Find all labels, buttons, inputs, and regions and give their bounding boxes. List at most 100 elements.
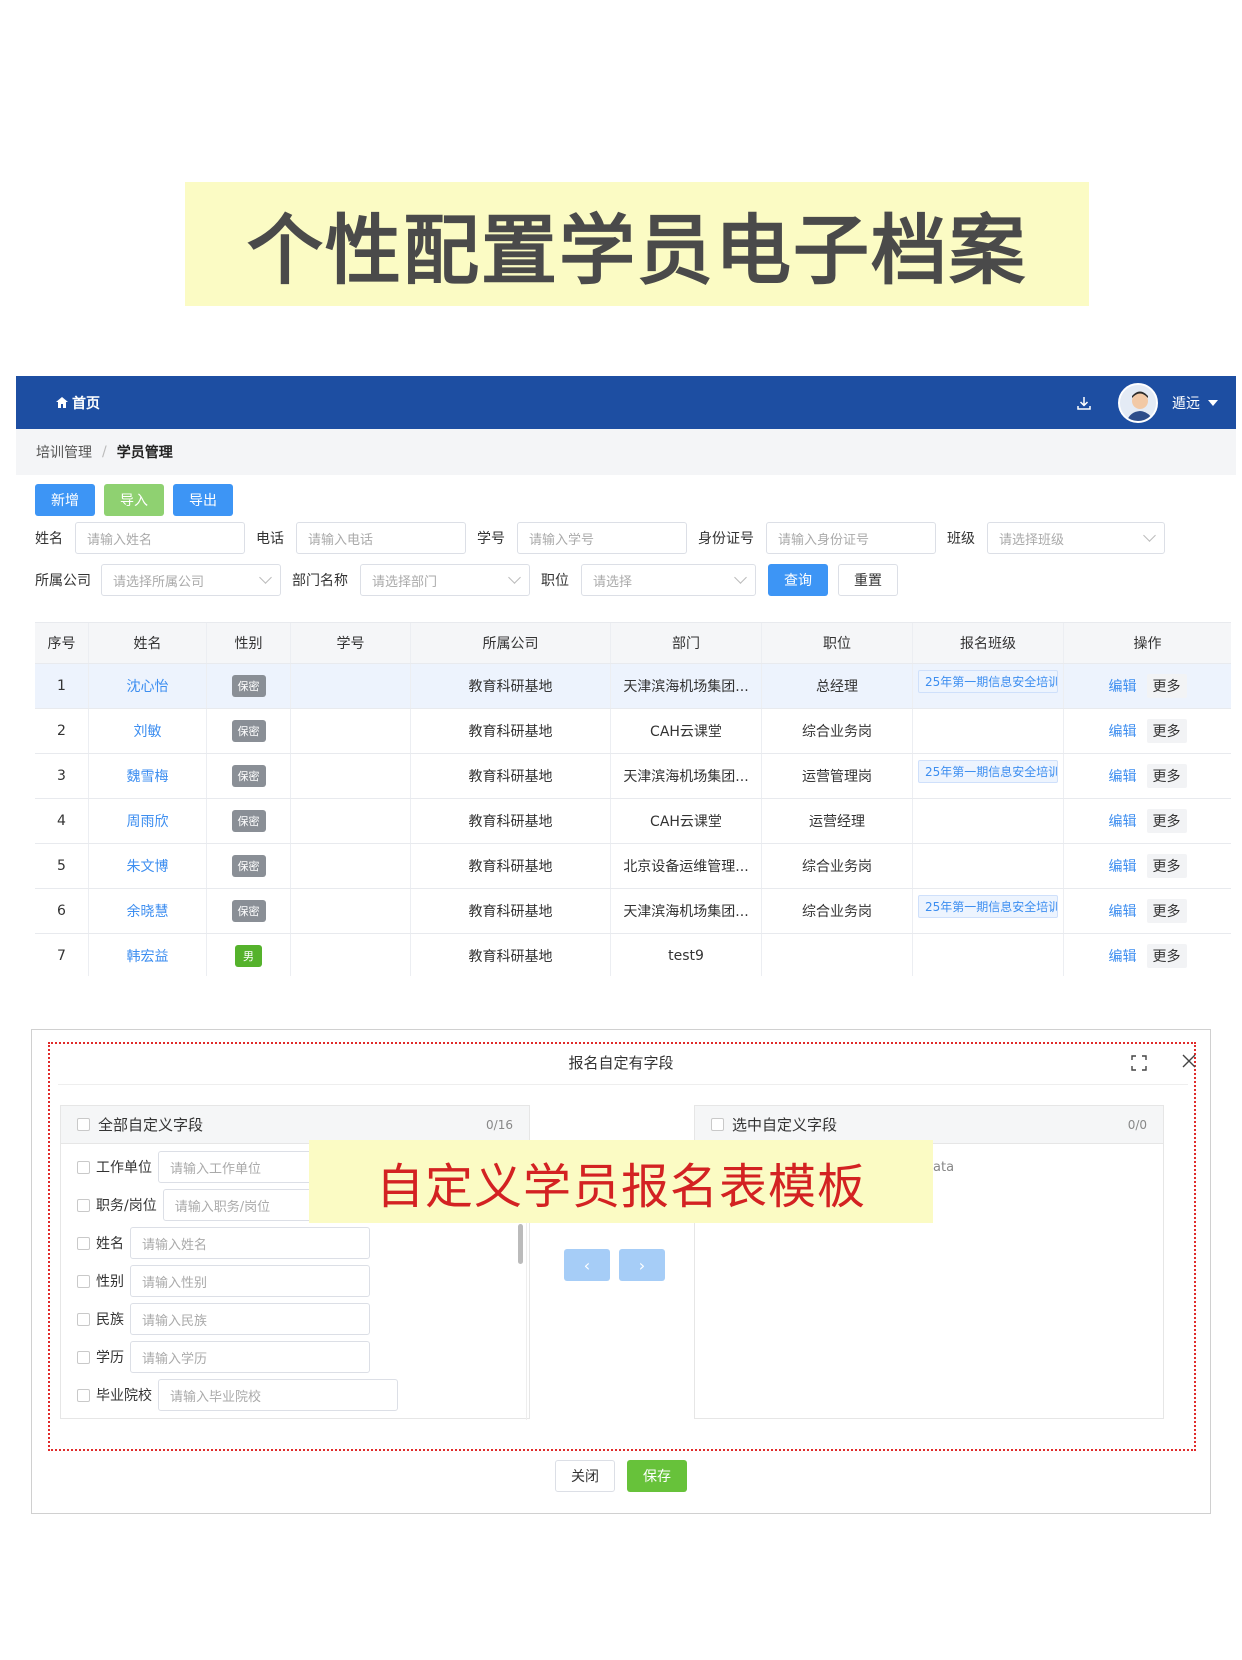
cell-name: 周雨欣 bbox=[89, 799, 207, 843]
field-checkbox[interactable] bbox=[77, 1388, 90, 1402]
table-row[interactable]: 6 余晓慧 保密 教育科研基地 天津滨海机场集团... 综合业务岗 25年第一期信息安全培训… bbox=[35, 889, 1231, 934]
cell-name: 朱文博 bbox=[89, 844, 207, 888]
position-filter-select[interactable]: 请选择 bbox=[581, 564, 756, 596]
field-option[interactable]: 学历 请输入学历 bbox=[77, 1341, 370, 1373]
name-filter-input[interactable]: 请输入姓名 bbox=[75, 522, 245, 554]
field-checkbox[interactable] bbox=[77, 1312, 90, 1326]
action-toolbar: 新增 导入 导出 bbox=[35, 484, 233, 516]
table-row[interactable]: 5 朱文博 保密 教育科研基地 北京设备运维管理... 综合业务岗 编辑 更多 bbox=[35, 844, 1231, 889]
field-input[interactable]: 请输入性别 bbox=[130, 1265, 370, 1297]
caret-down-icon[interactable] bbox=[1208, 399, 1218, 406]
cell-gender: 保密 bbox=[207, 754, 291, 798]
cell-name: 刘敏 bbox=[89, 709, 207, 753]
student-name-link[interactable]: 刘敏 bbox=[134, 721, 162, 741]
cell-actions: 编辑 更多 bbox=[1064, 799, 1231, 843]
field-input[interactable]: 请输入民族 bbox=[130, 1303, 370, 1335]
fullscreen-icon[interactable] bbox=[1130, 1054, 1148, 1072]
field-checkbox[interactable] bbox=[77, 1160, 90, 1174]
student-name-link[interactable]: 韩宏益 bbox=[127, 946, 169, 966]
phone-filter-input[interactable]: 请输入电话 bbox=[296, 522, 466, 554]
student-name-link[interactable]: 朱文博 bbox=[127, 856, 169, 876]
table-row[interactable]: 1 沈心怡 保密 教育科研基地 天津滨海机场集团... 总经理 25年第一期信息安全培训 编辑… bbox=[35, 664, 1231, 709]
class-tag: 25年第一期信息安全培训 bbox=[918, 895, 1058, 918]
edit-link[interactable]: 编辑 bbox=[1109, 811, 1137, 831]
move-right-button[interactable]: › bbox=[619, 1249, 665, 1281]
field-checkbox[interactable] bbox=[77, 1198, 90, 1212]
edit-link[interactable]: 编辑 bbox=[1109, 721, 1137, 741]
field-option[interactable]: 性别 请输入性别 bbox=[77, 1265, 370, 1297]
download-icon[interactable] bbox=[1076, 395, 1092, 411]
id-card-filter-input[interactable]: 请输入身份证号 bbox=[766, 522, 936, 554]
field-label: 性别 bbox=[96, 1274, 124, 1290]
cell-company: 教育科研基地 bbox=[411, 799, 611, 843]
field-checkbox[interactable] bbox=[77, 1236, 90, 1250]
select-all-checkbox[interactable] bbox=[77, 1118, 90, 1131]
query-button[interactable]: 查询 bbox=[768, 564, 828, 596]
edit-link[interactable]: 编辑 bbox=[1109, 946, 1137, 966]
breadcrumb-parent[interactable]: 培训管理 bbox=[36, 442, 92, 462]
reset-button[interactable]: 重置 bbox=[838, 564, 898, 596]
close-icon[interactable] bbox=[1180, 1052, 1198, 1070]
cell-position: 综合业务岗 bbox=[762, 709, 913, 753]
table-row[interactable]: 2 刘敏 保密 教育科研基地 CAH云课堂 综合业务岗 编辑 更多 bbox=[35, 709, 1231, 754]
more-dropdown[interactable]: 更多 bbox=[1146, 899, 1187, 923]
field-label: 学历 bbox=[96, 1350, 124, 1366]
name-filter-label: 姓名 bbox=[35, 531, 63, 547]
move-left-button[interactable]: ‹ bbox=[564, 1249, 610, 1281]
student-id-filter-input[interactable]: 请输入学号 bbox=[517, 522, 687, 554]
field-input[interactable]: 请输入姓名 bbox=[130, 1227, 370, 1259]
field-option[interactable]: 姓名 请输入姓名 bbox=[77, 1227, 370, 1259]
table-row[interactable]: 4 周雨欣 保密 教育科研基地 CAH云课堂 运营经理 编辑 更多 bbox=[35, 799, 1231, 844]
cell-student-id bbox=[291, 844, 411, 888]
gender-badge: 保密 bbox=[231, 855, 266, 877]
select-all-selected-checkbox[interactable] bbox=[711, 1118, 724, 1131]
table-row[interactable]: 7 韩宏益 男 教育科研基地 test9 编辑 更多 bbox=[35, 934, 1231, 976]
field-input[interactable]: 请输入学历 bbox=[130, 1341, 370, 1373]
field-placeholder: 请输入姓名 bbox=[142, 1237, 208, 1253]
edit-link[interactable]: 编辑 bbox=[1109, 856, 1137, 876]
all-fields-title: 全部自定义字段 bbox=[98, 1116, 204, 1134]
student-name-link[interactable]: 余晓慧 bbox=[127, 901, 169, 921]
add-button[interactable]: 新增 bbox=[35, 484, 95, 516]
cell-student-id bbox=[291, 889, 411, 933]
cell-name: 魏雪梅 bbox=[89, 754, 207, 798]
cell-department: 天津滨海机场集团... bbox=[611, 889, 762, 933]
field-checkbox[interactable] bbox=[77, 1350, 90, 1364]
cell-actions: 编辑 更多 bbox=[1064, 844, 1231, 888]
user-name[interactable]: 遁远 bbox=[1172, 393, 1200, 413]
save-button[interactable]: 保存 bbox=[627, 1460, 687, 1492]
import-button[interactable]: 导入 bbox=[104, 484, 164, 516]
student-name-link[interactable]: 沈心怡 bbox=[127, 676, 169, 696]
user-avatar-icon bbox=[1120, 384, 1156, 421]
field-option[interactable]: 民族 请输入民族 bbox=[77, 1303, 370, 1335]
field-placeholder: 请输入学历 bbox=[142, 1351, 208, 1367]
edit-link[interactable]: 编辑 bbox=[1109, 676, 1137, 696]
field-input[interactable]: 请输入毕业院校 bbox=[158, 1379, 398, 1411]
student-name-link[interactable]: 周雨欣 bbox=[127, 811, 169, 831]
gender-badge: 保密 bbox=[231, 720, 266, 742]
field-checkbox[interactable] bbox=[77, 1274, 90, 1288]
class-filter-select[interactable]: 请选择班级 bbox=[987, 522, 1165, 554]
edit-link[interactable]: 编辑 bbox=[1109, 901, 1137, 921]
more-dropdown[interactable]: 更多 bbox=[1146, 719, 1187, 743]
edit-link[interactable]: 编辑 bbox=[1109, 766, 1137, 786]
department-filter-select[interactable]: 请选择部门 bbox=[360, 564, 530, 596]
cell-student-id bbox=[291, 664, 411, 708]
avatar[interactable] bbox=[1118, 382, 1158, 423]
close-button[interactable]: 关闭 bbox=[555, 1460, 615, 1492]
table-row[interactable]: 3 魏雪梅 保密 教育科研基地 天津滨海机场集团... 运营管理岗 25年第一期信息安全培训… bbox=[35, 754, 1231, 799]
cell-student-id bbox=[291, 934, 411, 976]
more-dropdown[interactable]: 更多 bbox=[1146, 854, 1187, 878]
field-option[interactable]: 毕业院校 请输入毕业院校 bbox=[77, 1379, 398, 1411]
export-button[interactable]: 导出 bbox=[173, 484, 233, 516]
more-dropdown[interactable]: 更多 bbox=[1146, 809, 1187, 833]
selected-fields-title: 选中自定义字段 bbox=[732, 1116, 838, 1134]
more-dropdown[interactable]: 更多 bbox=[1146, 674, 1187, 698]
company-filter-select[interactable]: 请选择所属公司 bbox=[101, 564, 281, 596]
student-name-link[interactable]: 魏雪梅 bbox=[127, 766, 169, 786]
home-link[interactable]: 首页 bbox=[56, 393, 100, 413]
dialog-divider bbox=[58, 1084, 1188, 1085]
more-dropdown[interactable]: 更多 bbox=[1146, 944, 1187, 968]
more-dropdown[interactable]: 更多 bbox=[1146, 764, 1187, 788]
gender-badge: 保密 bbox=[231, 810, 266, 832]
